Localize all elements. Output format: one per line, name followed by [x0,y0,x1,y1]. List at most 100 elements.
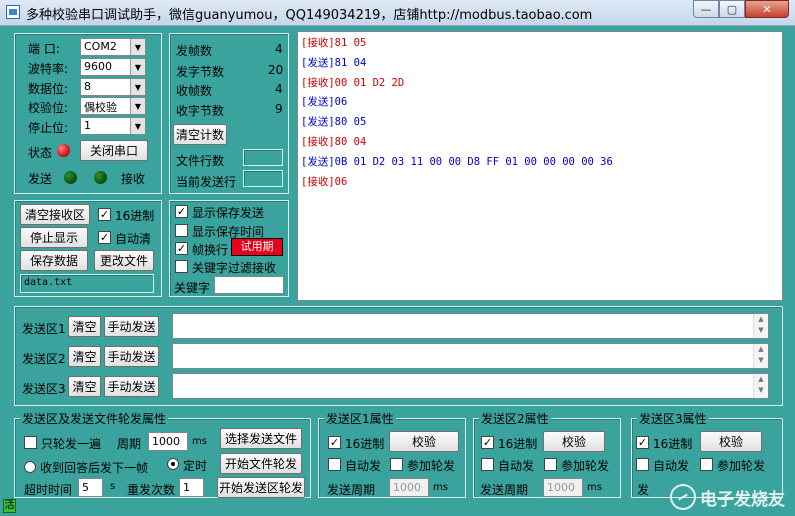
parity-select[interactable]: 偶校验 ▼ [80,97,146,115]
rx-frames-label: 收帧数 [176,84,213,98]
save-data-button[interactable]: 保存数据 [20,250,88,271]
log-line: [发送]80 05 [301,114,779,134]
hex-recv-label: 16进制 [115,209,155,223]
stop-display-button[interactable]: 停止显示 [20,227,88,248]
after-reply-label: 收到回答后发下一帧 [40,461,149,475]
keyword-input[interactable] [214,276,284,294]
after-reply-radio[interactable] [24,461,36,473]
area2-hex-checkbox[interactable]: ✓ [481,436,494,449]
area2-check-button[interactable]: 校验 [543,431,605,452]
log-tag: [接收] [301,37,335,49]
start-file-poll-button[interactable]: 开始文件轮发 [220,453,302,474]
recv-led-icon [94,171,107,184]
show-save-send-label: 显示保存发送 [192,206,265,220]
area2-period-input[interactable]: 1000 [543,478,583,497]
only-once-label: 只轮发一遍 [41,437,102,451]
retry-input[interactable]: 1 [179,478,204,497]
send-area-1-input[interactable]: ▲ ▼ [172,313,769,339]
area2-auto-checkbox[interactable] [481,458,494,471]
area1-join-label: 参加轮发 [407,459,456,473]
show-save-send-checkbox[interactable]: ✓ [175,205,188,218]
maximize-button[interactable]: ▢ [719,0,745,18]
log-line: [发送]0B 01 D2 03 11 00 00 D8 FF 01 00 00 … [301,154,779,174]
auto-clear-checkbox[interactable]: ✓ [98,231,111,244]
frame-newline-label: 帧换行 [192,243,229,257]
stopbits-select[interactable]: 1 ▼ [80,117,146,135]
close-button[interactable]: ✕ [745,0,789,18]
area3-check-button[interactable]: 校验 [700,431,762,452]
chevron-down-icon[interactable]: ▼ [130,98,145,114]
area2-join-checkbox[interactable] [544,458,557,471]
log-line: [发送]81 04 [301,55,779,75]
area2-join-label: 参加轮发 [561,459,610,473]
area1-check-button[interactable]: 校验 [389,431,459,452]
receive-log[interactable]: [接收]81 05 [发送]81 04 [接收]00 01 D2 2D [发送]… [297,31,783,301]
parity-label: 校验位: [28,101,69,115]
close-port-button[interactable]: 关闭串口 [80,140,148,161]
area1-hex-label: 16进制 [345,437,385,451]
area1-hex-checkbox[interactable]: ✓ [328,436,341,449]
tx-frames-value: 4 [275,42,283,56]
frame-newline-checkbox[interactable]: ✓ [175,242,188,255]
send-area-3-manual-button[interactable]: 手动发送 [104,376,159,397]
change-file-button[interactable]: 更改文件 [94,250,154,271]
area1-period-input[interactable]: 1000 [389,478,429,497]
area3-auto-checkbox[interactable] [636,458,649,471]
only-once-checkbox[interactable] [24,436,37,449]
area3-join-label: 参加轮发 [717,459,766,473]
send-area-2-clear-button[interactable]: 清空 [68,346,101,367]
file-lines-label: 文件行数 [176,154,225,168]
hex-recv-checkbox[interactable]: ✓ [98,208,111,221]
show-save-time-checkbox[interactable] [175,224,188,237]
log-line: [接收]00 01 D2 2D [301,75,779,95]
timeout-input[interactable]: 5 [78,478,103,497]
timeout-unit: s [110,481,116,492]
area1-join-checkbox[interactable] [390,458,403,471]
window-controls: — ▢ ✕ [693,0,789,18]
area3-period-label: 发 [637,483,650,497]
stopbits-value: 1 [84,119,91,132]
clear-count-button[interactable]: 清空计数 [173,124,227,145]
send-area-3-input[interactable]: ▲ ▼ [172,373,769,399]
send-area-2-input[interactable]: ▲ ▼ [172,343,769,369]
chevron-down-icon[interactable]: ▼ [130,118,145,134]
keyword-filter-label: 关键字过滤接收 [192,261,277,275]
databits-select[interactable]: 8 ▼ [80,78,146,96]
area1-auto-checkbox[interactable] [328,458,341,471]
clear-recv-button[interactable]: 清空接收区 [20,204,90,225]
trial-badge: 试用期 [231,238,283,256]
area3-auto-label: 自动发 [653,459,690,473]
log-tag: [发送] [301,155,335,168]
log-line: [发送]06 [301,94,779,114]
period-value: 1000 [152,435,180,448]
poll-group-title: 发送区及发送文件轮发属性 [20,410,169,427]
scrollbar[interactable]: ▲ ▼ [753,344,768,368]
port-value: COM2 [84,40,117,53]
chevron-down-icon[interactable]: ▼ [130,79,145,95]
timed-radio[interactable] [167,458,179,470]
period-input[interactable]: 1000 [148,432,188,451]
chevron-down-icon[interactable]: ▼ [130,59,145,75]
send-area-1-manual-button[interactable]: 手动发送 [104,316,159,337]
scrollbar[interactable]: ▲ ▼ [753,374,768,398]
area3-hex-checkbox[interactable]: ✓ [636,436,649,449]
area3-join-checkbox[interactable] [700,458,713,471]
scrollbar[interactable]: ▲ ▼ [753,314,768,338]
send-area-2-manual-button[interactable]: 手动发送 [104,346,159,367]
keyword-filter-checkbox[interactable] [175,260,188,273]
log-data: 06 [334,96,348,109]
send-area-1-clear-button[interactable]: 清空 [68,316,101,337]
start-area-poll-button[interactable]: 开始发送区轮发 [217,477,305,498]
minimize-button[interactable]: — [693,0,719,18]
send-indicator-label: 发送 [28,172,53,186]
retry-label: 重发次数 [127,483,176,497]
send-area-3-clear-button[interactable]: 清空 [68,376,101,397]
baud-select[interactable]: 9600 ▼ [80,58,146,76]
state-label: 状态 [28,146,53,160]
port-select[interactable]: COM2 ▼ [80,38,146,56]
log-line: [接收]81 05 [301,35,779,55]
select-file-button[interactable]: 选择发送文件 [220,428,302,449]
send-area-1-label: 发送区1 [22,322,66,336]
chevron-down-icon[interactable]: ▼ [130,39,145,55]
log-tag: [发送] [301,116,335,129]
